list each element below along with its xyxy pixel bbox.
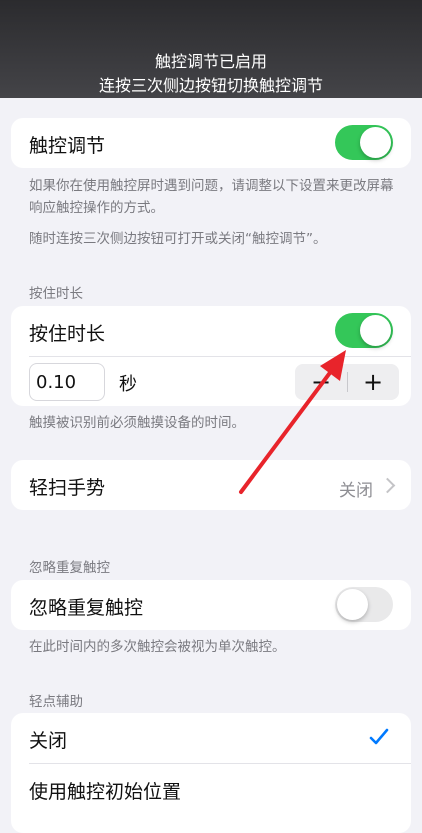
annotation-arrow [239, 350, 346, 494]
